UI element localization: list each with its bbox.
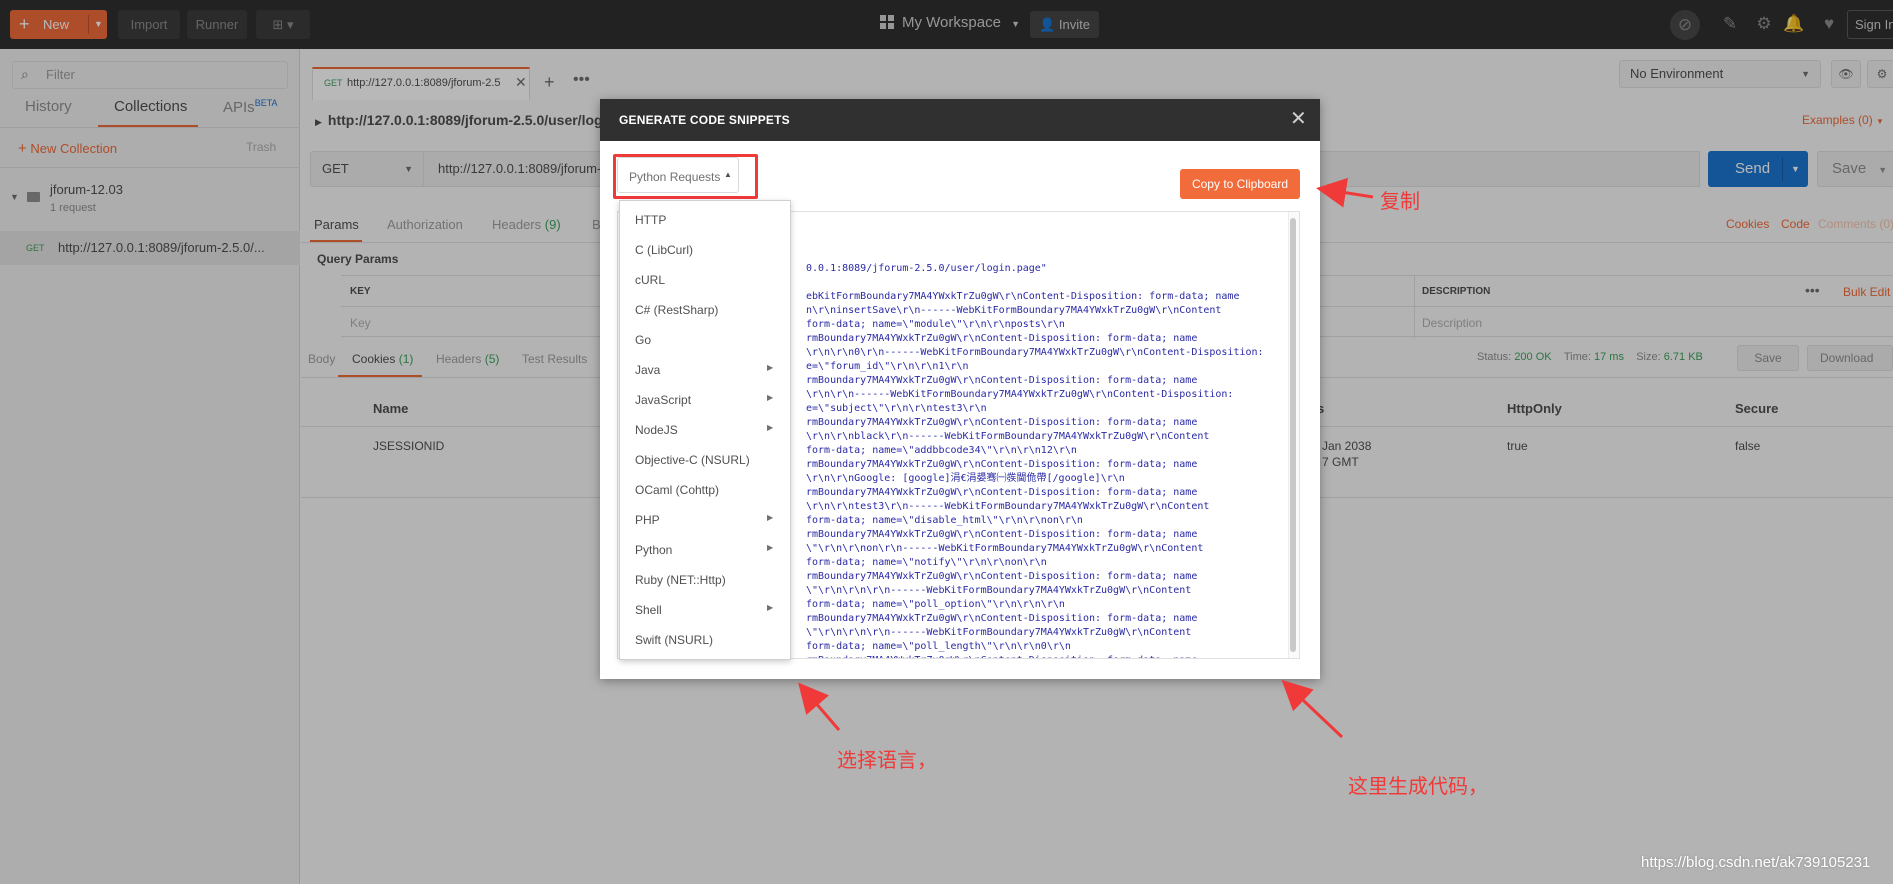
language-option[interactable]: C (LibCurl) — [620, 234, 790, 264]
annotation-generated-code: 这里生成代码， — [1348, 774, 1488, 798]
caret-right-icon: ▶ — [767, 363, 774, 372]
caret-right-icon: ▶ — [767, 393, 774, 402]
modal-title: GENERATE CODE SNIPPETS — [619, 113, 790, 127]
language-option-label: OCaml (Cohttp) — [635, 483, 720, 497]
language-option[interactable]: C# (RestSharp) — [620, 294, 790, 324]
language-option[interactable]: Python ▶ — [620, 534, 790, 564]
language-option-label: PHP — [635, 513, 660, 527]
language-option-label: C (LibCurl) — [635, 243, 694, 257]
language-option[interactable]: Shell ▶ — [620, 594, 790, 624]
language-dropdown: HTTP C (LibCurl) cURL C# (RestSharp) Go Java ▶… — [619, 200, 791, 660]
language-option-label: NodeJS — [635, 423, 678, 437]
language-option-label: Objective-C (NSURL) — [635, 453, 750, 467]
annotation-highlight-box — [613, 154, 758, 199]
language-option[interactable]: OCaml (Cohttp) — [620, 474, 790, 504]
language-option-label: Ruby (NET::Http) — [635, 573, 726, 587]
language-option[interactable]: Java ▶ — [620, 354, 790, 384]
language-option[interactable]: Swift (NSURL) — [620, 624, 790, 654]
language-option-label: JavaScript — [635, 393, 692, 407]
caret-right-icon: ▶ — [767, 603, 774, 612]
language-option[interactable]: HTTP — [620, 204, 790, 234]
caret-right-icon: ▶ — [767, 423, 774, 432]
language-option[interactable]: Objective-C (NSURL) — [620, 444, 790, 474]
language-option-label: Java — [635, 363, 661, 377]
caret-right-icon: ▶ — [767, 543, 774, 552]
language-option-label: Python — [635, 543, 673, 557]
language-option-label: C# (RestSharp) — [635, 303, 719, 317]
language-option-label: cURL — [635, 273, 666, 287]
scrollbar-thumb[interactable] — [1290, 218, 1296, 652]
close-icon[interactable]: ✕ — [1290, 108, 1307, 130]
language-option-label: Go — [635, 333, 652, 347]
watermark: https://blog.csdn.net/ak739105231 — [1641, 854, 1871, 871]
language-option[interactable]: PHP ▶ — [620, 504, 790, 534]
language-option-label: Swift (NSURL) — [635, 633, 714, 647]
language-option[interactable]: Ruby (NET::Http) — [620, 564, 790, 594]
language-option[interactable]: Go — [620, 324, 790, 354]
caret-right-icon: ▶ — [767, 513, 774, 522]
language-option[interactable]: cURL — [620, 264, 790, 294]
annotation-select-language: 选择语言， — [837, 748, 937, 772]
language-option-label: Shell — [635, 603, 662, 617]
language-option[interactable]: JavaScript ▶ — [620, 384, 790, 414]
language-option-label: HTTP — [635, 213, 667, 227]
copy-to-clipboard-button[interactable]: Copy to Clipboard — [1180, 169, 1300, 199]
annotation-copy: 复制 — [1380, 189, 1420, 213]
modal-header: GENERATE CODE SNIPPETS ✕ — [600, 99, 1320, 141]
language-option[interactable]: NodeJS ▶ — [620, 414, 790, 444]
